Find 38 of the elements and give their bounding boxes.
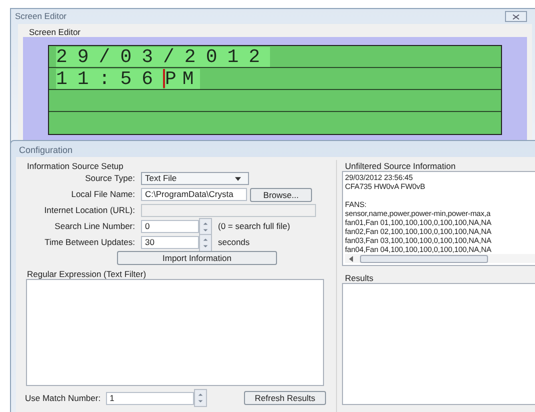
match-number-field[interactable]: 1 <box>106 392 194 404</box>
field-label: Local File Name: <box>70 188 136 201</box>
regex-text-area[interactable] <box>26 279 324 386</box>
field-label: Use Match Number: <box>25 392 101 404</box>
lcd-display[interactable]: 29/03/2012 11:56 PM <box>48 45 502 135</box>
window-title: Screen Editor <box>15 10 66 23</box>
left-arrow-icon[interactable] <box>348 256 354 262</box>
group-label: Information Source Setup <box>26 160 124 171</box>
field-label: Search Line Number: <box>54 220 136 233</box>
field-label: Time Between Updates: <box>44 236 136 249</box>
import-button[interactable]: Import Information <box>117 251 277 265</box>
unit-text: seconds <box>218 236 250 249</box>
group-label: Results <box>344 272 374 283</box>
close-icon <box>512 14 520 20</box>
lcd-text: PM <box>165 68 200 88</box>
window-title: Configuration <box>18 144 74 157</box>
field-label: Internet Location (URL): <box>43 204 136 217</box>
lcd-text: 29/03/2012 <box>56 46 270 66</box>
spin-button[interactable] <box>199 218 212 236</box>
horizontal-scrollbar[interactable] <box>345 254 535 263</box>
file-name-field[interactable]: C:\ProgramData\Crysta <box>141 188 247 201</box>
close-button[interactable] <box>505 11 527 22</box>
update-time-field[interactable]: 30 <box>141 236 199 249</box>
refresh-button[interactable]: Refresh Results <box>244 391 326 405</box>
group-label: Unfiltered Source Information <box>344 160 457 171</box>
field-label: Source Type: <box>84 172 136 185</box>
source-text-box[interactable] <box>342 171 535 266</box>
browse-button[interactable]: Browse... <box>250 188 312 202</box>
spin-button[interactable] <box>194 389 207 407</box>
group-label: Screen Editor <box>28 26 82 37</box>
line-number-field[interactable]: 0 <box>141 220 199 233</box>
hint-text: (0 = search full file) <box>218 220 290 233</box>
source-type-dropdown[interactable]: Text File <box>141 172 249 185</box>
group-label: Regular Expression (Text Filter) <box>26 268 148 279</box>
caret-icon <box>235 176 241 180</box>
spin-button[interactable] <box>199 234 212 252</box>
results-box[interactable] <box>342 283 535 405</box>
lcd-text: 11:56 <box>56 68 164 88</box>
